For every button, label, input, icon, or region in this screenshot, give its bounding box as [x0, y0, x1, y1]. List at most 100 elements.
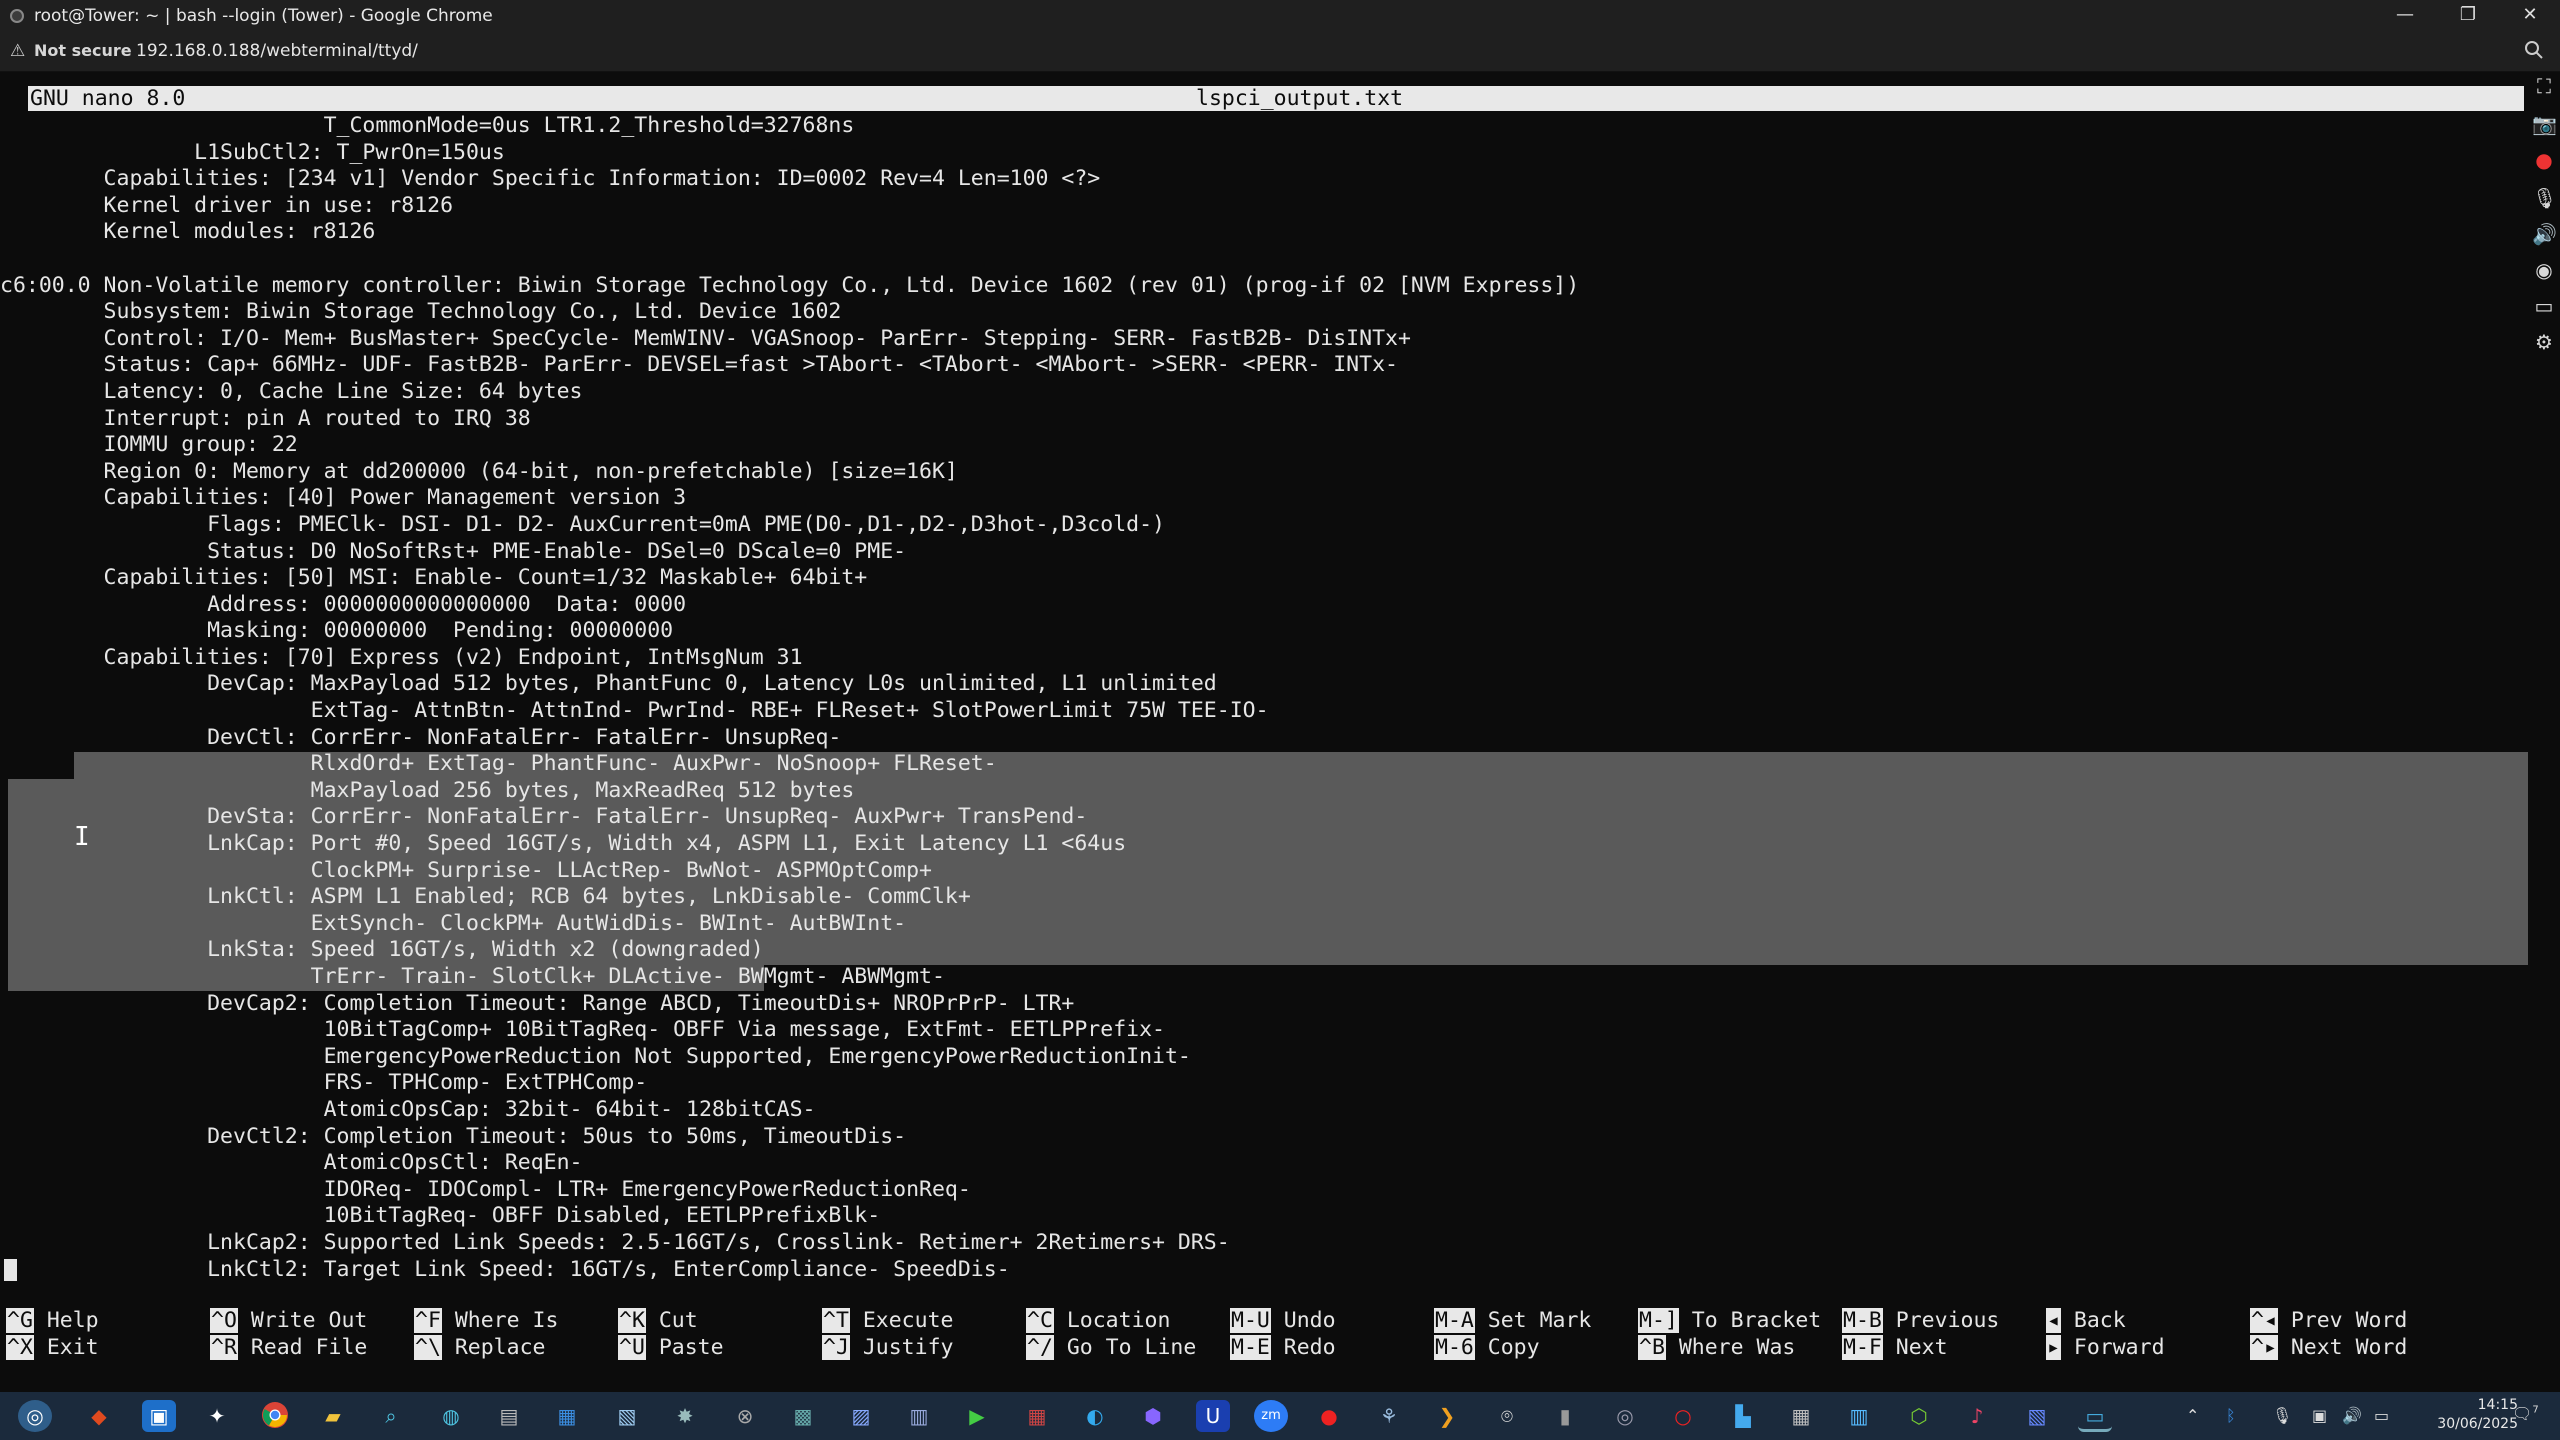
app-icon-17[interactable]: ● — [1312, 1400, 1346, 1432]
app-icon-6[interactable]: ▦ — [550, 1400, 584, 1432]
app-icon-18[interactable]: ⚘ — [1372, 1400, 1406, 1432]
terminal-line: ClockPM+ Surprise- LLActRep- BwNot- ASPM… — [0, 857, 932, 883]
edge-icon[interactable]: ◐ — [1078, 1400, 1112, 1432]
app-icon-10[interactable]: ▩ — [786, 1400, 820, 1432]
shortcut-justify: ^J Justify — [822, 1334, 954, 1361]
file-content[interactable]: T_CommonMode=0us LTR1.2_Threshold=32768n… — [0, 113, 2528, 1283]
restore-button[interactable]: ❐ — [2438, 0, 2498, 32]
webcam-icon[interactable]: ◉ — [2532, 258, 2556, 282]
terminal-line: 10BitTagComp+ 10BitTagReq- OBFF Via mess… — [0, 1017, 1165, 1043]
warning-icon[interactable]: ⚠ — [10, 41, 25, 61]
shortcut-key: M-] — [1638, 1308, 1679, 1333]
app-icon-26[interactable]: ⬡ — [1902, 1400, 1936, 1432]
file-explorer-icon[interactable]: ▰ — [316, 1400, 350, 1432]
app-icon-14[interactable]: ▦ — [1020, 1400, 1054, 1432]
address-bar[interactable]: ⚠ Not secure 192.168.0.188/webterminal/t… — [0, 32, 2560, 72]
shortcut-where-was: ^B Where Was — [1638, 1334, 1796, 1361]
text-cursor — [4, 1259, 17, 1281]
terminal-line: T_CommonMode=0us LTR1.2_Threshold=32768n… — [0, 113, 855, 138]
camera-icon[interactable]: 📷 — [2532, 112, 2557, 136]
nano-shortcut-bar: ^G Help ^X Exit ^O Write Out ^R Read File ^F… — [0, 1308, 2528, 1368]
app-icon-4[interactable]: ◍ — [434, 1400, 468, 1432]
search-icon[interactable]: ⌕ — [374, 1400, 408, 1432]
tray-overflow-chevron-icon[interactable]: ⌃ — [2186, 1406, 2199, 1425]
terminal-line: Capabilities: [50] MSI: Enable- Count=1/… — [0, 565, 868, 591]
terminal-line: Status: Cap+ 66MHz- UDF- FastB2B- ParErr… — [0, 352, 1398, 378]
app-icon-13[interactable]: ▶ — [960, 1400, 994, 1432]
shortcut-key: M-E — [1230, 1334, 1271, 1360]
shortcut-label: Back — [2073, 1308, 2126, 1333]
app-icon-22[interactable]: ◎ — [1608, 1400, 1642, 1432]
bluetooth-icon[interactable]: ᛒ — [2226, 1406, 2236, 1425]
notification-bell-icon[interactable]: 🗨7 — [2512, 1404, 2539, 1423]
ttyd-toolbar: ⛶ 📷 ● 🎙 🔊 ◉ ▭ ⚙ — [2528, 72, 2560, 1402]
app-icon-23[interactable]: ▙ — [1726, 1400, 1760, 1432]
shortcut-redo: M-E Redo — [1230, 1334, 1336, 1361]
start-button[interactable]: ◎ — [18, 1400, 52, 1432]
clock-time: 14:15 — [2477, 1397, 2518, 1413]
app-icon-1[interactable]: ◆ — [82, 1400, 116, 1432]
terminal-view[interactable]: GNU nano 8.0 lspci_output.txt T_CommonMo… — [0, 72, 2528, 1392]
zoom-icon[interactable] — [2522, 38, 2546, 62]
app-icon-21[interactable]: ▮ — [1548, 1400, 1582, 1432]
not-secure-label[interactable]: Not secure — [34, 41, 132, 60]
app-icon-12[interactable]: ▥ — [902, 1400, 936, 1432]
url-text[interactable]: 192.168.0.188/webterminal/ttyd/ — [136, 41, 418, 61]
terminal-line: L1SubCtl2: T_PwrOn=150us — [0, 139, 505, 165]
app-icon-15[interactable]: ⬢ — [1136, 1400, 1170, 1432]
app-icon-3[interactable]: ✦ — [200, 1400, 234, 1432]
app-icon-19[interactable]: ❯ — [1430, 1400, 1464, 1432]
app-icon-16[interactable]: U — [1196, 1400, 1230, 1432]
opera-icon[interactable]: ○ — [1666, 1400, 1700, 1432]
app-icon-9[interactable]: ⊗ — [728, 1400, 762, 1432]
mouse-ibeam-cursor: I — [74, 824, 90, 850]
window-title: root@Tower: ~ | bash --login (Tower) - G… — [34, 6, 493, 26]
clock[interactable]: 14:15 30/06/2025 — [2437, 1396, 2518, 1434]
app-icon-8[interactable]: ✸ — [668, 1400, 702, 1432]
app-icon-24[interactable]: ▦ — [1784, 1400, 1818, 1432]
shortcut-key: ^K — [618, 1308, 646, 1333]
app-icon-2[interactable]: ▣ — [142, 1400, 176, 1432]
close-window-button[interactable]: ✕ — [2500, 0, 2560, 32]
minimize-button[interactable]: — — [2375, 0, 2435, 32]
shortcut-label: Cut — [658, 1308, 698, 1333]
speaker-icon[interactable]: 🔊 — [2532, 222, 2557, 246]
shortcut-label: Redo — [1283, 1334, 1336, 1360]
volume-icon[interactable]: 🔊 — [2342, 1406, 2362, 1425]
terminal-line: LnkCtl: ASPM L1 Enabled; RCB 64 bytes, L… — [0, 884, 971, 910]
app-icon-25[interactable]: ▥ — [1842, 1400, 1876, 1432]
terminal-line: LnkCap: Port #0, Speed 16GT/s, Width x4,… — [0, 831, 1127, 857]
active-chrome-window-icon[interactable]: ▭ — [2078, 1400, 2112, 1432]
battery-icon[interactable]: ▭ — [2374, 1406, 2389, 1425]
network-icon[interactable]: ▣ — [2312, 1406, 2327, 1425]
app-icon-28[interactable]: ▧ — [2020, 1400, 2054, 1432]
shortcut-key: M-B — [1842, 1308, 1883, 1333]
window-icon[interactable]: ▭ — [2532, 294, 2556, 318]
terminal-line: IDOReq- IDOCompl- LTR+ EmergencyPowerRed… — [0, 1176, 971, 1202]
shortcut-key: ^/ — [1026, 1334, 1054, 1360]
app-icon-11[interactable]: ▨ — [844, 1400, 878, 1432]
terminal-line: RlxdOrd+ ExtTag- PhantFunc- AuxPwr- NoSn… — [0, 751, 997, 777]
terminal-line: LnkCap2: Supported Link Speeds: 2.5-16GT… — [0, 1229, 1230, 1255]
settings-gear-icon[interactable]: ⚙ — [2532, 330, 2556, 354]
shortcut-label: Justify — [862, 1334, 954, 1360]
terminal-line: TrErr- Train- SlotClk+ DLActive- BWMgmt-… — [0, 964, 945, 989]
app-icon-7[interactable]: ▧ — [610, 1400, 644, 1432]
microphone-tray-icon[interactable]: 🎙 — [2272, 1406, 2292, 1425]
shortcut-label: Forward — [2073, 1334, 2165, 1360]
microphone-icon[interactable]: 🎙 — [2532, 186, 2557, 210]
shortcut-key: M-6 — [1434, 1334, 1475, 1360]
app-icon-5[interactable]: ▤ — [492, 1400, 526, 1432]
terminal-line: Capabilities: [40] Power Management vers… — [0, 485, 687, 511]
zoom-app-icon[interactable]: zm — [1254, 1400, 1288, 1432]
terminal-line: FRS- TPHComp- ExtTPHComp- — [0, 1070, 648, 1096]
shortcut-location: ^C Location — [1026, 1308, 1170, 1334]
record-icon[interactable]: ● — [2532, 148, 2556, 172]
app-icon-27[interactable]: ♪ — [1960, 1400, 1994, 1432]
chrome-taskbar-icon[interactable] — [258, 1400, 292, 1432]
fullscreen-icon[interactable]: ⛶ — [2532, 74, 2556, 98]
terminal-line: ExtSynch- ClockPM+ AutWidDis- BWInt- Aut… — [0, 910, 907, 936]
shortcut-replace: ^\ Replace — [414, 1334, 545, 1361]
app-icon-20[interactable]: ⌾ — [1490, 1400, 1524, 1432]
shortcut-label: Where Was — [1678, 1334, 1796, 1360]
